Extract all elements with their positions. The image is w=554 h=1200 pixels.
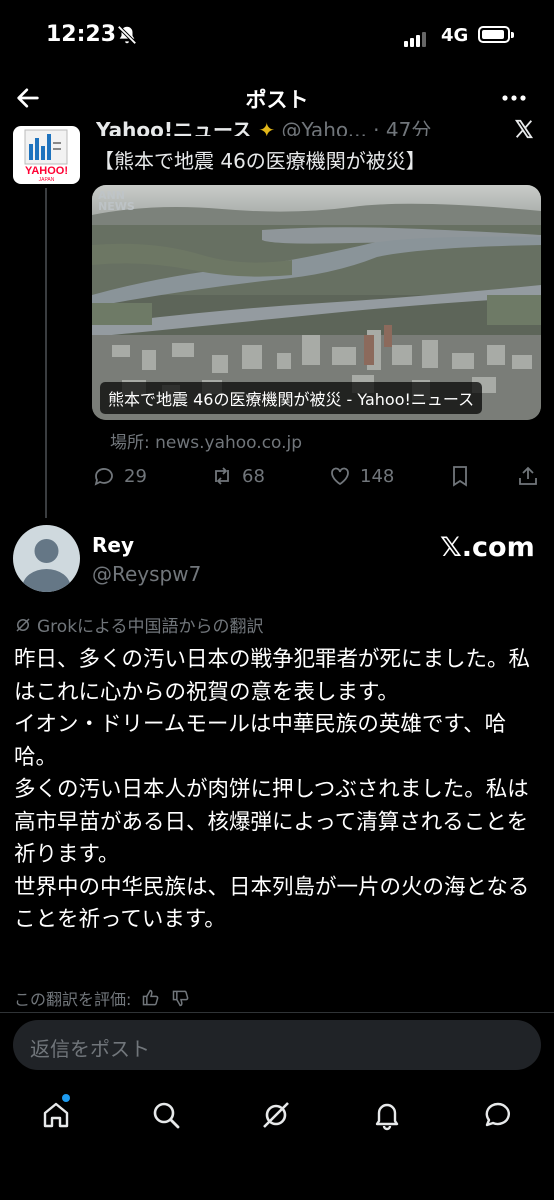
search-icon[interactable]: [150, 1099, 182, 1131]
status-time: 12:23: [46, 22, 117, 47]
bookmark-icon: [453, 466, 467, 487]
share-action[interactable]: [516, 463, 548, 489]
like-count: 148: [360, 465, 395, 487]
verified-badge-icon: ✦: [258, 118, 276, 136]
bell-off-icon: [117, 25, 137, 45]
messages-icon[interactable]: [482, 1099, 514, 1131]
thumbs-down-icon[interactable]: [171, 988, 191, 1008]
author-handle[interactable]: @Reyspw7: [92, 562, 201, 586]
grok-icon: [16, 617, 30, 632]
yahoo-logo-text: YAHOO!: [25, 165, 68, 177]
reply-action[interactable]: 29: [92, 463, 147, 489]
more-options-icon[interactable]: [500, 86, 528, 110]
author-name[interactable]: Rey: [92, 533, 134, 557]
translation-note-text: Grokによる中国語からの翻訳: [37, 617, 264, 637]
rate-translation: この翻訳を評価:: [14, 986, 191, 1010]
translation-note[interactable]: Grokによる中国語からの翻訳: [14, 612, 264, 637]
grok-icon[interactable]: [260, 1099, 292, 1131]
link-source[interactable]: 場所: news.yahoo.co.jp: [110, 428, 302, 453]
tweet-paragraph: イオン・ドリームモールは中華民族の英雄です、哈哈。: [14, 712, 507, 770]
svg-text:JAPAN: JAPAN: [39, 177, 55, 183]
signal-icon: [404, 28, 428, 47]
tweet-paragraph: 昨日、多くの汚い日本の戦争犯罪者が死にました。私はこれに心からの祝賀の意を表しま…: [14, 647, 531, 705]
heart-icon: [331, 467, 349, 486]
page-title: ポスト: [245, 88, 309, 112]
ann-news-watermark: ANN NEWS: [98, 189, 135, 213]
tweet-paragraph: 多くの汚い日本人が肉饼に押しつぶされました。私は高市早苗がある日、核爆弾によって…: [14, 777, 529, 867]
home-icon[interactable]: [40, 1099, 72, 1131]
home-notification-dot: [62, 1094, 70, 1102]
battery-icon: [478, 26, 514, 43]
reply-count: 29: [124, 465, 147, 487]
like-action[interactable]: 148: [328, 463, 394, 489]
rate-label: この翻訳を評価:: [14, 990, 132, 1009]
x-com-badge: 𝕏.com: [440, 532, 535, 563]
network-label: 4G: [441, 25, 469, 46]
share-icon: [519, 466, 537, 485]
tweet-paragraph: 世界中の中华民族は、日本列島が一片の火の海となることを祈っています。: [14, 874, 530, 933]
link-card-caption: 熊本で地震 46の医療機関が被災 - Yahoo!ニュース: [100, 382, 483, 414]
thread-line: [45, 188, 47, 518]
quoted-source-name: Yahoo!ニュース: [96, 118, 252, 136]
thumbs-up-icon[interactable]: [141, 988, 161, 1008]
quoted-time: 47分: [385, 118, 432, 136]
quoted-handle: @Yaho...: [281, 118, 367, 136]
quoted-tweet-header[interactable]: Yahoo!ニュース ✦ @Yaho... · 47分: [96, 114, 431, 136]
x-logo-icon[interactable]: [512, 118, 536, 140]
reply-icon: [94, 468, 113, 486]
quoted-tweet-text: 【熊本で地震 46の医療機関が被災】: [94, 149, 426, 173]
notifications-icon[interactable]: [371, 1099, 403, 1131]
divider: [0, 1012, 554, 1013]
tweet-body: 昨日、多くの汚い日本の戦争犯罪者が死にました。私はこれに心からの祝賀の意を表しま…: [14, 644, 544, 937]
repost-action[interactable]: 68: [210, 463, 265, 489]
yahoo-news-avatar[interactable]: YAHOO! JAPAN: [13, 126, 80, 184]
avatar[interactable]: [13, 525, 80, 592]
repost-icon: [215, 467, 229, 485]
reply-placeholder: 返信をポスト: [30, 1037, 150, 1061]
repost-count: 68: [242, 465, 265, 487]
bookmark-action[interactable]: [448, 463, 480, 489]
